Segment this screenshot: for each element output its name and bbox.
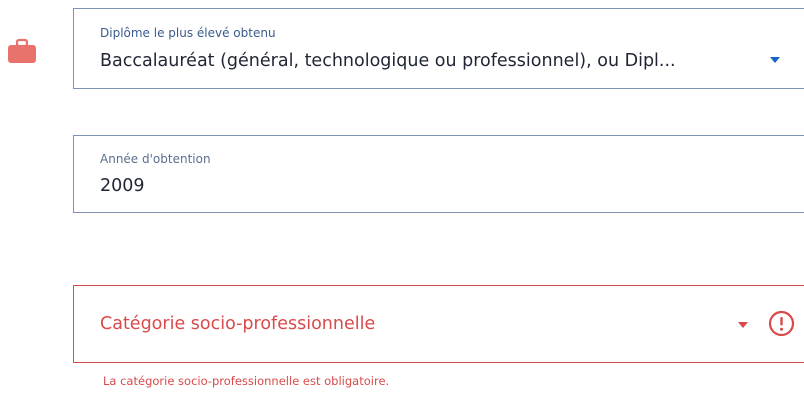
category-error-message: La catégorie socio-professionnelle est o… [103, 374, 390, 388]
education-form: Diplôme le plus élevé obtenu Baccalauréa… [0, 0, 804, 394]
year-label: Année d'obtention [100, 152, 211, 166]
diploma-value: Baccalauréat (général, technologique ou … [100, 51, 676, 71]
alert-circle-icon [768, 310, 795, 337]
diploma-select[interactable]: Diplôme le plus élevé obtenu Baccalauréa… [73, 8, 804, 89]
year-value: 2009 [100, 176, 145, 196]
diploma-label: Diplôme le plus élevé obtenu [100, 26, 276, 40]
category-select[interactable]: Catégorie socio-professionnelle [73, 285, 804, 363]
briefcase-icon [8, 38, 36, 63]
category-placeholder: Catégorie socio-professionnelle [100, 314, 376, 334]
year-input[interactable]: Année d'obtention 2009 [73, 135, 804, 213]
chevron-down-icon[interactable] [738, 322, 748, 328]
chevron-down-icon[interactable] [770, 57, 780, 63]
